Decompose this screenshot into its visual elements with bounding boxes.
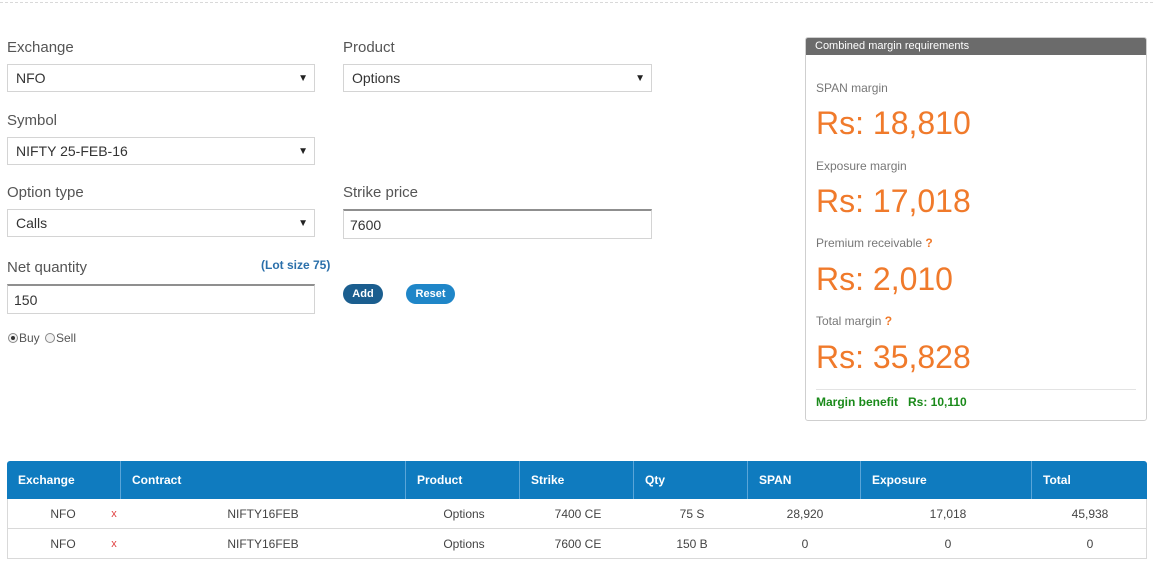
col-contract: Contract <box>121 461 406 499</box>
exchange-select[interactable]: NFO ▼ <box>7 64 315 92</box>
table-header: Exchange Contract Product Strike Qty SPA… <box>7 461 1147 499</box>
exchange-label: Exchange <box>7 39 74 56</box>
strike-price-label: Strike price <box>343 184 419 201</box>
buy-radio-label: Buy <box>19 331 40 345</box>
margin-benefit-label: Margin benefit <box>816 395 899 409</box>
remove-row-icon[interactable]: x <box>108 529 120 559</box>
product-select[interactable]: Options ▼ <box>343 64 652 92</box>
cell-total: 45,938 <box>1071 507 1109 521</box>
option-type-select[interactable]: Calls ▼ <box>7 209 315 237</box>
panel-divider <box>816 389 1136 390</box>
help-icon[interactable]: ? <box>885 314 892 328</box>
cell-exposure: 17,018 <box>929 507 967 521</box>
symbol-select[interactable]: NIFTY 25-FEB-16 ▼ <box>7 137 315 165</box>
symbol-label: Symbol <box>7 112 58 129</box>
remove-row-icon[interactable]: x <box>108 499 120 529</box>
cell-span: 0 <box>801 537 809 551</box>
option-type-select-value: Calls <box>16 215 48 231</box>
total-margin-text: Total margin <box>816 314 882 328</box>
col-total: Total <box>1043 473 1071 487</box>
cell-strike: 7600 CE <box>554 537 602 551</box>
cell-qty: 150 B <box>676 537 708 551</box>
buy-radio[interactable]: Buy <box>8 331 40 345</box>
margin-benefit-value: Rs: 10,110 <box>908 395 967 409</box>
span-margin-label: SPAN margin <box>816 81 888 95</box>
help-icon[interactable]: ? <box>925 236 932 250</box>
radio-checked-icon[interactable] <box>8 333 18 343</box>
positions-table: Exchange Contract Product Strike Qty SPA… <box>7 461 1147 559</box>
top-divider <box>0 2 1153 3</box>
col-qty: Qty <box>634 461 748 499</box>
premium-receivable-label: Premium receivable ? <box>816 236 933 250</box>
exposure-margin-value: Rs: 17,018 <box>816 183 971 219</box>
radio-unchecked-icon[interactable] <box>45 333 55 343</box>
premium-receivable-value: Rs: 2,010 <box>816 261 953 297</box>
premium-receivable-text: Premium receivable <box>816 236 923 250</box>
sell-radio-label: Sell <box>56 331 77 345</box>
strike-price-input[interactable]: 7600 <box>343 209 652 239</box>
span-margin-value: Rs: 18,810 <box>816 105 971 141</box>
net-quantity-input[interactable]: 150 <box>7 284 315 314</box>
margin-benefit: Margin benefit Rs: 10,110 <box>816 395 967 409</box>
cell-contract: NIFTY16FEB <box>227 537 299 551</box>
net-quantity-label: Net quantity <box>7 259 88 276</box>
table-row: NFO x NIFTY16FEB Options 7600 CE 150 B 0… <box>7 529 1147 559</box>
lot-size-note: (Lot size 75) <box>261 258 331 272</box>
cell-exchange: NFO <box>50 537 76 551</box>
chevron-down-icon: ▼ <box>298 218 308 229</box>
total-margin-label: Total margin ? <box>816 314 892 328</box>
sell-radio[interactable]: Sell <box>45 331 76 345</box>
margin-panel-title: Combined margin requirements <box>806 38 1146 55</box>
total-margin-value: Rs: 35,828 <box>816 339 971 375</box>
cell-total: 0 <box>1086 537 1094 551</box>
product-select-value: Options <box>352 70 401 86</box>
cell-exposure: 0 <box>944 537 952 551</box>
option-type-label: Option type <box>7 184 84 201</box>
col-strike: Strike <box>520 461 634 499</box>
cell-qty: 75 S <box>679 507 705 521</box>
chevron-down-icon: ▼ <box>298 146 308 157</box>
chevron-down-icon: ▼ <box>298 73 308 84</box>
cell-product: Options <box>443 507 485 521</box>
reset-button[interactable]: Reset <box>406 284 455 304</box>
cell-exchange: NFO <box>50 507 76 521</box>
chevron-down-icon: ▼ <box>635 73 645 84</box>
cell-strike: 7400 CE <box>554 507 602 521</box>
exposure-margin-label: Exposure margin <box>816 159 907 173</box>
col-exchange: Exchange <box>7 461 121 499</box>
col-exposure: Exposure <box>861 461 1032 499</box>
cell-span: 28,920 <box>786 507 824 521</box>
symbol-select-value: NIFTY 25-FEB-16 <box>16 143 128 159</box>
product-label: Product <box>343 39 395 56</box>
cell-contract: NIFTY16FEB <box>227 507 299 521</box>
exchange-select-value: NFO <box>16 70 46 86</box>
cell-product: Options <box>443 537 485 551</box>
add-button[interactable]: Add <box>343 284 383 304</box>
col-product: Product <box>406 461 520 499</box>
margin-panel: Combined margin requirements SPAN margin… <box>805 37 1147 421</box>
col-span: SPAN <box>748 461 861 499</box>
table-row: NFO x NIFTY16FEB Options 7400 CE 75 S 28… <box>7 499 1147 529</box>
